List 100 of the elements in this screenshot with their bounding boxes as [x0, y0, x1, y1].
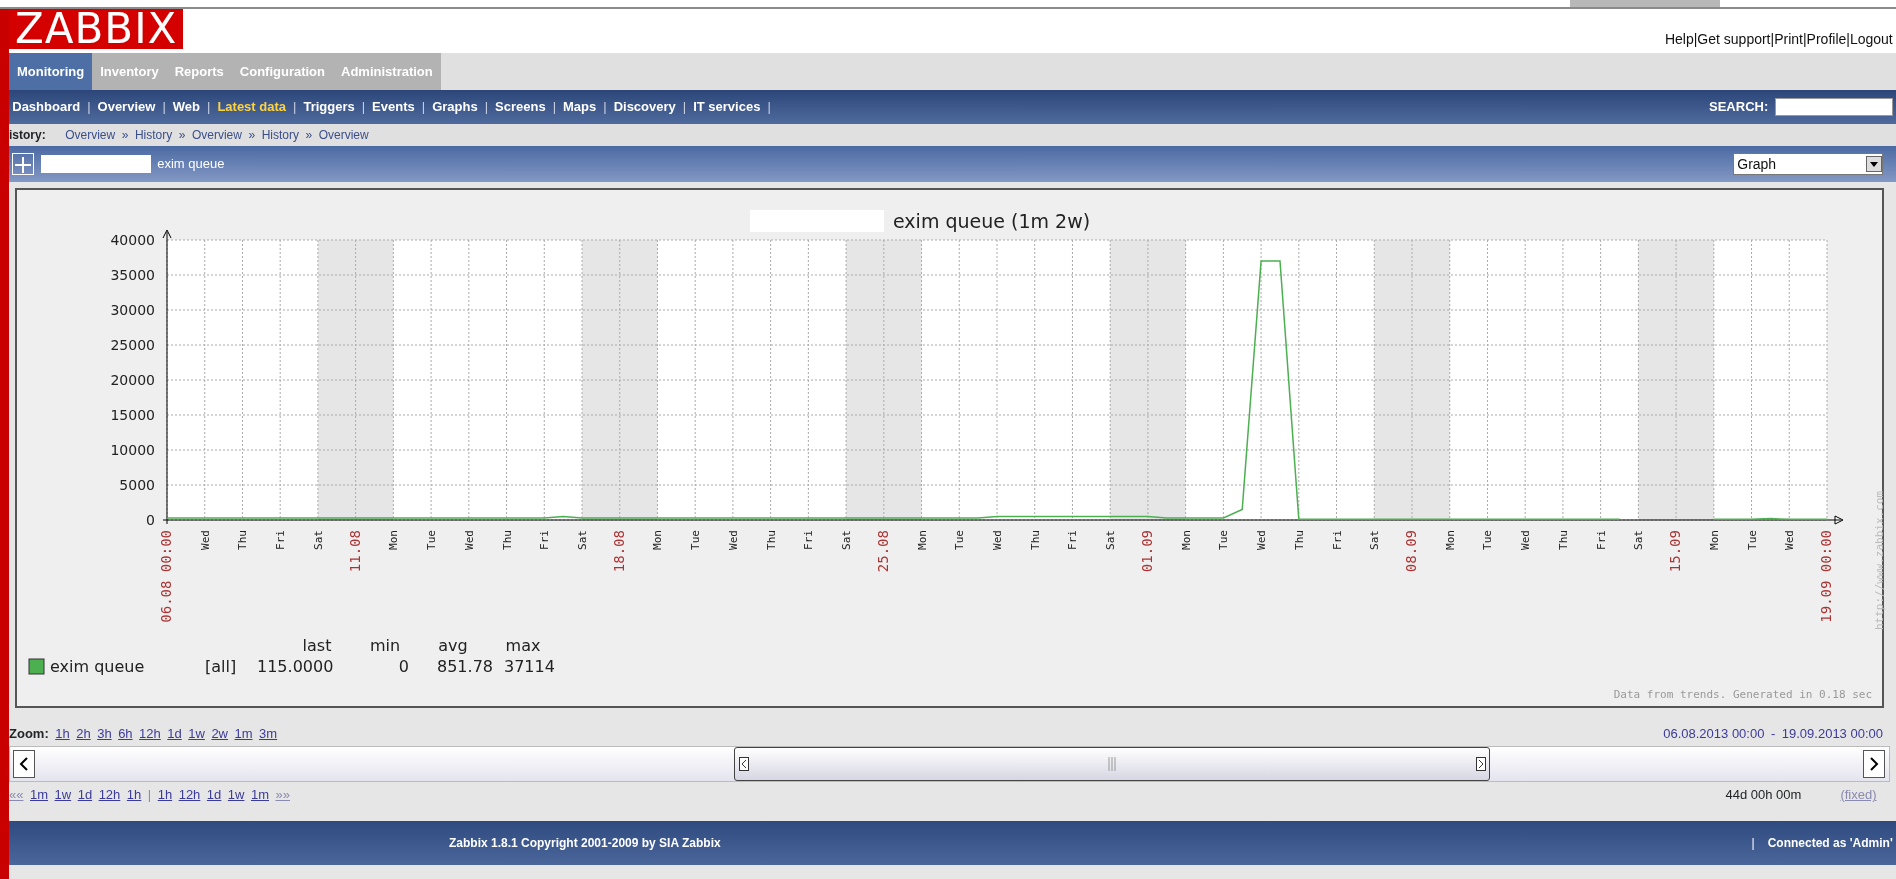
y-tick-label: 15000 — [110, 407, 155, 423]
forward-period-link[interactable]: 1d — [206, 785, 222, 805]
x-tick-label: Mon — [1443, 530, 1457, 550]
forward-period-link[interactable]: 12h — [178, 785, 201, 805]
x-tick-label: 18.08 — [610, 530, 627, 573]
back-period-link[interactable]: 12h — [98, 785, 121, 805]
submenu-link[interactable]: Maps — [563, 97, 597, 117]
x-tick-label: Sat — [1632, 530, 1646, 550]
menu-separator: | — [361, 98, 366, 117]
y-tick-label: 10000 — [110, 442, 155, 458]
forward-period-link[interactable]: 1m — [250, 785, 269, 805]
x-tick-label: Tue — [1745, 530, 1759, 550]
duration-label: 44d 00h 00m — [1725, 786, 1802, 805]
zoom-link[interactable]: 1d — [167, 723, 182, 744]
search-field[interactable] — [1774, 98, 1893, 116]
x-tick-label: Wed — [726, 530, 740, 550]
x-tick-label: Mon — [915, 530, 929, 550]
zoom-link[interactable]: 1h — [55, 723, 70, 744]
breadcrumb-separator: » — [121, 127, 129, 144]
legend-value: 37114 — [504, 657, 555, 676]
handle-left-icon[interactable] — [738, 757, 749, 771]
submenu-link[interactable]: Web — [172, 97, 200, 117]
back-period-link[interactable]: 1d — [77, 785, 93, 805]
x-tick-label: Thu — [1028, 530, 1042, 550]
breadcrumb-link[interactable]: Overview — [318, 126, 369, 144]
x-tick-label: Wed — [991, 530, 1004, 550]
back-period-link[interactable]: 1w — [54, 785, 72, 805]
submenu-link[interactable]: IT services — [693, 97, 761, 117]
submenu-link[interactable]: Events — [372, 97, 415, 117]
x-tick-label: Mon — [651, 530, 665, 550]
scroll-right-button[interactable] — [1863, 750, 1886, 778]
y-tick-label: 40000 — [110, 232, 155, 248]
x-tick-label: Sat — [1368, 530, 1382, 550]
menu-separator: | — [603, 98, 607, 117]
x-tick-label: Fri — [538, 530, 552, 550]
legend-column-header: last — [302, 636, 332, 655]
plus-icon — [13, 154, 34, 175]
submenu-link[interactable]: Latest data — [217, 97, 286, 117]
scroll-left-button[interactable] — [13, 750, 36, 778]
chevron-right-icon — [1869, 757, 1880, 771]
legend-column-header: avg — [438, 636, 468, 655]
header-link[interactable]: Help — [1664, 28, 1694, 50]
y-tick-label: 35000 — [110, 267, 155, 283]
breadcrumb-link[interactable]: Overview — [191, 126, 242, 144]
search-label: SEARCH: — [1709, 98, 1769, 117]
submenu-link[interactable]: Graphs — [432, 97, 478, 117]
legend-item-name: exim queue — [50, 657, 145, 676]
scrollbar-thumb[interactable] — [734, 747, 1491, 781]
zoom-link[interactable]: 2h — [76, 723, 91, 744]
zoom-link[interactable]: 3m — [259, 723, 278, 744]
view-select[interactable]: Graph — [1733, 153, 1883, 175]
zoom-link[interactable]: 1w — [188, 723, 205, 744]
menu-separator: | — [293, 98, 297, 117]
header-link[interactable]: Logout — [1849, 28, 1893, 50]
submenu-link[interactable]: Screens — [495, 97, 546, 117]
menu-tab[interactable]: Monitoring — [9, 53, 93, 90]
header-link[interactable]: Get support — [1697, 28, 1771, 50]
zoom-link[interactable]: 6h — [118, 723, 133, 744]
legend-value: 115.0000 — [257, 657, 334, 676]
breadcrumb-link[interactable]: Overview — [65, 126, 116, 144]
add-button[interactable] — [12, 153, 35, 175]
header-link[interactable]: Print — [1774, 28, 1803, 50]
breadcrumb-separator: » — [305, 127, 313, 144]
breadcrumb-link[interactable]: History — [261, 126, 299, 144]
submenu-link[interactable]: Discovery — [613, 97, 676, 117]
link-separator: | — [1693, 29, 1698, 49]
x-tick-label: Wed — [198, 530, 212, 550]
x-tick-label: Mon — [1707, 530, 1721, 550]
y-tick-label: 5000 — [119, 477, 155, 493]
back-period-link[interactable]: 1h — [126, 785, 142, 805]
menu-separator: | — [682, 98, 687, 117]
forward-period-link[interactable]: 1w — [227, 785, 245, 805]
handle-right-icon[interactable] — [1475, 757, 1486, 771]
chart-url: http://www.zabbix.com — [1873, 490, 1886, 630]
zoom-link[interactable]: 12h — [139, 723, 161, 744]
link-separator: | — [1770, 29, 1775, 49]
zoom-link[interactable]: 3h — [97, 723, 112, 744]
x-tick-label: Thu — [1556, 530, 1570, 550]
back-period-link[interactable]: 1m — [29, 785, 49, 805]
menu-separator: | — [207, 98, 211, 117]
submenu-link[interactable]: Dashboard — [12, 97, 81, 117]
zoom-link[interactable]: 1m — [234, 723, 253, 744]
forward-period-link[interactable]: 1h — [157, 785, 173, 805]
x-tick-label: Thu — [764, 530, 778, 550]
x-tick-label: Wed — [1519, 530, 1533, 550]
period-separator: - — [1770, 724, 1776, 743]
x-tick-label: Wed — [462, 530, 476, 550]
nav-divider: | — [147, 786, 152, 805]
legend-function: [all] — [205, 657, 237, 676]
zoom-link[interactable]: 2w — [211, 723, 228, 744]
zoom-label: Zoom: — [9, 724, 49, 743]
menu-separator: | — [484, 98, 489, 117]
x-tick-label: Wed — [1783, 530, 1797, 550]
submenu-link[interactable]: Overview — [97, 97, 156, 117]
x-tick-label: 01.09 — [1138, 530, 1155, 573]
y-tick-label: 30000 — [110, 302, 155, 318]
breadcrumb-link[interactable]: History — [134, 126, 173, 144]
submenu-link[interactable]: Triggers — [303, 97, 355, 117]
footer-separator: | — [1751, 835, 1755, 852]
x-tick-label: Tue — [953, 530, 967, 550]
